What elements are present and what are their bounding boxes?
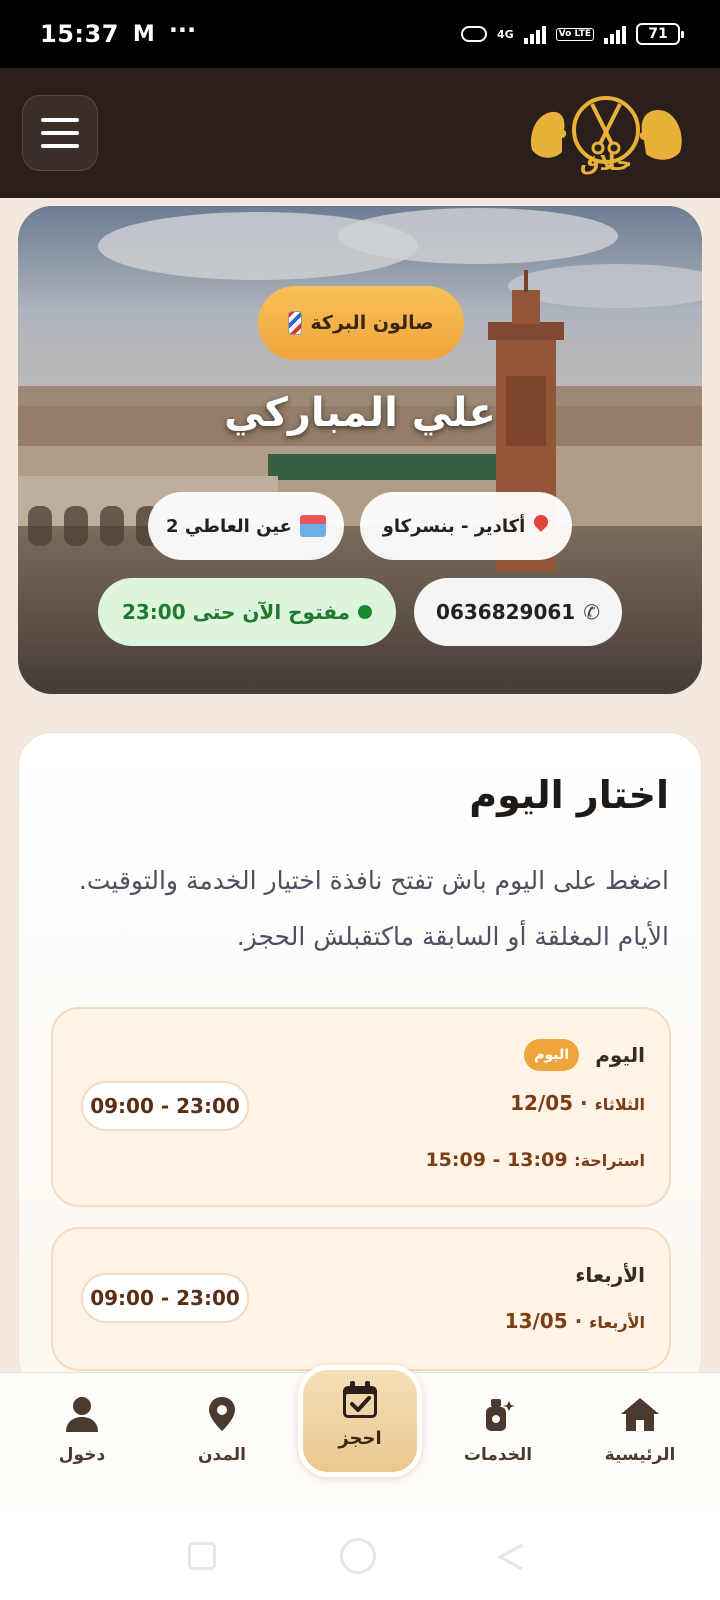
volte-icon: Vo LTE — [555, 27, 594, 41]
day-date: الثلاثاء · 12/05 — [510, 1091, 645, 1115]
location-pin-icon — [533, 515, 549, 537]
nav-login[interactable]: دخول — [22, 1395, 142, 1465]
district-text: عين العاطي 2 — [166, 515, 292, 537]
home-system-icon[interactable] — [340, 1538, 376, 1574]
status-time: 15:37 — [40, 20, 119, 48]
day-name: الأربعاء — [575, 1263, 645, 1287]
phone-chip[interactable]: 0636829061 ✆ — [414, 578, 622, 646]
nav-login-label: دخول — [58, 1445, 106, 1465]
day-break: استراحة: 13:09 - 15:09 — [425, 1149, 645, 1171]
day-weekday: الأربعاء — [589, 1313, 645, 1332]
home-icon — [621, 1398, 659, 1431]
break-label: استراحة: — [574, 1151, 645, 1170]
status-left: 15:37 M ··· — [40, 16, 196, 48]
barber-pole-icon — [288, 311, 303, 335]
map-pin-icon — [209, 1397, 235, 1431]
open-status-text: مفتوح الآن حتى 23:00 — [121, 600, 351, 624]
today-badge: اليوم — [524, 1039, 579, 1071]
day-picker-card: اختار اليوم اضغط على اليوم باش تفتح نافذ… — [18, 732, 702, 1392]
user-icon — [66, 1397, 98, 1432]
nav-home[interactable]: الرئيسية — [580, 1395, 700, 1465]
day-date-value: 12/05 — [510, 1091, 574, 1115]
shop-icon — [299, 515, 326, 537]
network-type: 4G — [496, 27, 514, 41]
recent-apps-icon[interactable] — [188, 1542, 216, 1570]
salon-name: صالون البركة — [310, 312, 434, 334]
nav-cities[interactable]: المدن — [162, 1395, 282, 1465]
system-nav-bar — [0, 1510, 720, 1600]
district-chip: عين العاطي 2 — [148, 492, 344, 560]
working-hours-pill: 09:00 - 23:00 — [81, 1081, 249, 1131]
logo-text: حلاق — [580, 151, 632, 176]
signal-icon — [523, 24, 546, 44]
day-picker-title: اختار اليوم — [469, 773, 669, 817]
day-date-value: 13/05 — [504, 1309, 568, 1333]
hotspot-link-icon — [460, 26, 487, 42]
day-picker-description: اضغط على اليوم باش تفتح نافذة اختيار الخ… — [78, 866, 669, 951]
open-status-chip: مفتوح الآن حتى 23:00 — [98, 578, 396, 646]
barber-name: علي المباركي — [224, 390, 496, 436]
nav-home-label: الرئيسية — [604, 1445, 676, 1465]
status-bar: 15:37 M ··· 4G Vo LTE 71 — [0, 0, 720, 68]
day-weekday: الثلاثاء — [594, 1095, 645, 1114]
hamburger-menu-icon — [41, 118, 79, 122]
day-name: اليوم — [595, 1043, 645, 1067]
day-row-wednesday[interactable]: الأربعاء الأربعاء · 13/05 09:00 - 23:00 — [51, 1227, 671, 1371]
phone-number: 0636829061 — [436, 600, 576, 624]
day-row-today[interactable]: اليوم اليوم الثلاثاء · 12/05 استراحة: 13… — [51, 1007, 671, 1207]
back-icon[interactable] — [496, 1542, 526, 1572]
nav-book-button[interactable]: احجز — [298, 1365, 422, 1477]
calendar-check-icon — [343, 1381, 377, 1418]
logo[interactable]: حلاق — [526, 90, 686, 176]
battery-icon: 71 — [636, 23, 684, 45]
status-right: 4G Vo LTE 71 — [460, 23, 684, 45]
open-status-dot-icon — [358, 605, 373, 619]
salon-hero: صالون البركة علي المباركي أكادير - بنسرك… — [18, 206, 702, 694]
menu-button[interactable] — [22, 95, 98, 171]
signal-icon-2 — [604, 24, 626, 44]
location-text: أكادير - بنسركاو — [382, 515, 526, 537]
nav-services-label: الخدمات — [463, 1445, 533, 1465]
bottom-nav: الرئيسية الخدمات احجز المدن دخول — [0, 1365, 720, 1510]
nav-services[interactable]: الخدمات — [438, 1395, 558, 1465]
break-time: 13:09 - 15:09 — [425, 1149, 568, 1171]
spray-bottle-icon — [486, 1399, 515, 1431]
day-date: الأربعاء · 13/05 — [504, 1309, 645, 1333]
working-hours-pill: 09:00 - 23:00 — [81, 1273, 249, 1323]
app-header: حلاق — [0, 68, 720, 198]
gmail-icon: M — [132, 21, 155, 47]
nav-book-label: احجز — [338, 1428, 382, 1449]
salon-name-badge: صالون البركة — [258, 286, 464, 360]
more-notifications-icon: ··· — [168, 16, 197, 44]
location-chip: أكادير - بنسركاو — [360, 492, 572, 560]
phone-icon: ✆ — [583, 600, 600, 624]
nav-cities-label: المدن — [198, 1445, 246, 1465]
